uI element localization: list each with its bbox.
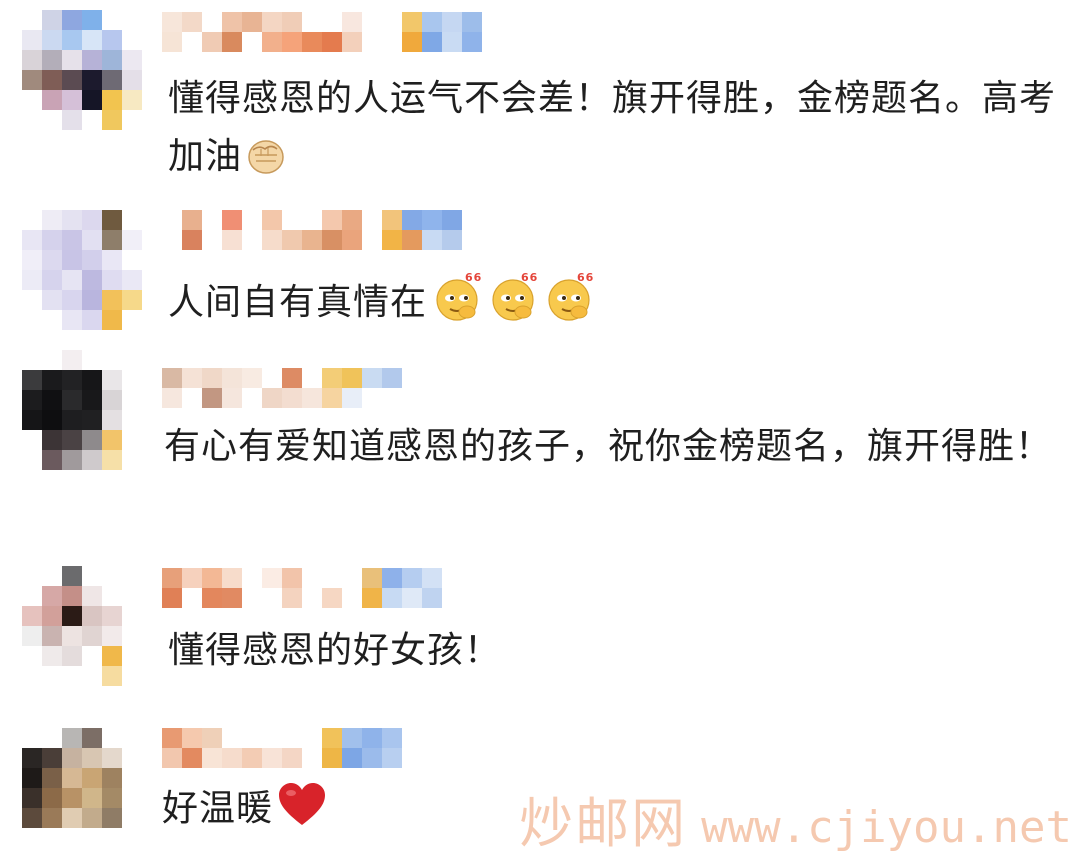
emoji-badge: 666 [521, 271, 539, 284]
watermark-site-name: 炒邮网 [519, 792, 688, 855]
watermark-url: www.cjiyou.net [701, 802, 1072, 853]
comment-body: 有心有爱知道感恩的孩子，祝你金榜题名，旗开得胜！ [164, 426, 1053, 467]
avatar[interactable] [22, 10, 142, 130]
username-redacted[interactable] [162, 368, 422, 408]
comment-text: 懂得感恩的人运气不会差！旗开得胜，金榜题名。高考加油 [168, 70, 1058, 186]
comment-body: 懂得感恩的好女孩！ [168, 630, 502, 671]
emoji-badge: 666 [577, 271, 595, 284]
site-watermark: 炒邮网 www.cjiyou.net [519, 779, 1072, 855]
comment-text: 有心有爱知道感恩的孩子，祝你金榜题名，旗开得胜！ [164, 418, 1054, 476]
comment-text: 懂得感恩的好女孩！ [168, 622, 1058, 680]
awesome-666-emoji-icon: 666 [487, 270, 546, 322]
username-redacted[interactable] [162, 568, 442, 608]
username-redacted[interactable] [162, 728, 422, 768]
fist-emoji-icon [246, 136, 286, 176]
awesome-666-emoji-icon: 666 [543, 270, 602, 322]
comment-body: 懂得感恩的人运气不会差！旗开得胜，金榜题名。高考加油 [168, 78, 1057, 177]
avatar[interactable] [22, 728, 142, 848]
username-redacted[interactable] [162, 210, 462, 250]
awesome-666-emoji-icon: 666 [431, 270, 490, 322]
emoji-badge: 666 [465, 271, 483, 284]
avatar[interactable] [22, 350, 142, 470]
comment-body: 人间自有真情在 [168, 282, 428, 323]
heart-emoji-icon [277, 782, 327, 828]
avatar[interactable] [22, 210, 142, 330]
comment-text: 人间自有真情在 66 6 6 66 [168, 270, 1058, 332]
comment-body: 好温暖 [162, 788, 274, 829]
username-redacted[interactable] [162, 12, 482, 52]
avatar[interactable] [22, 566, 142, 686]
